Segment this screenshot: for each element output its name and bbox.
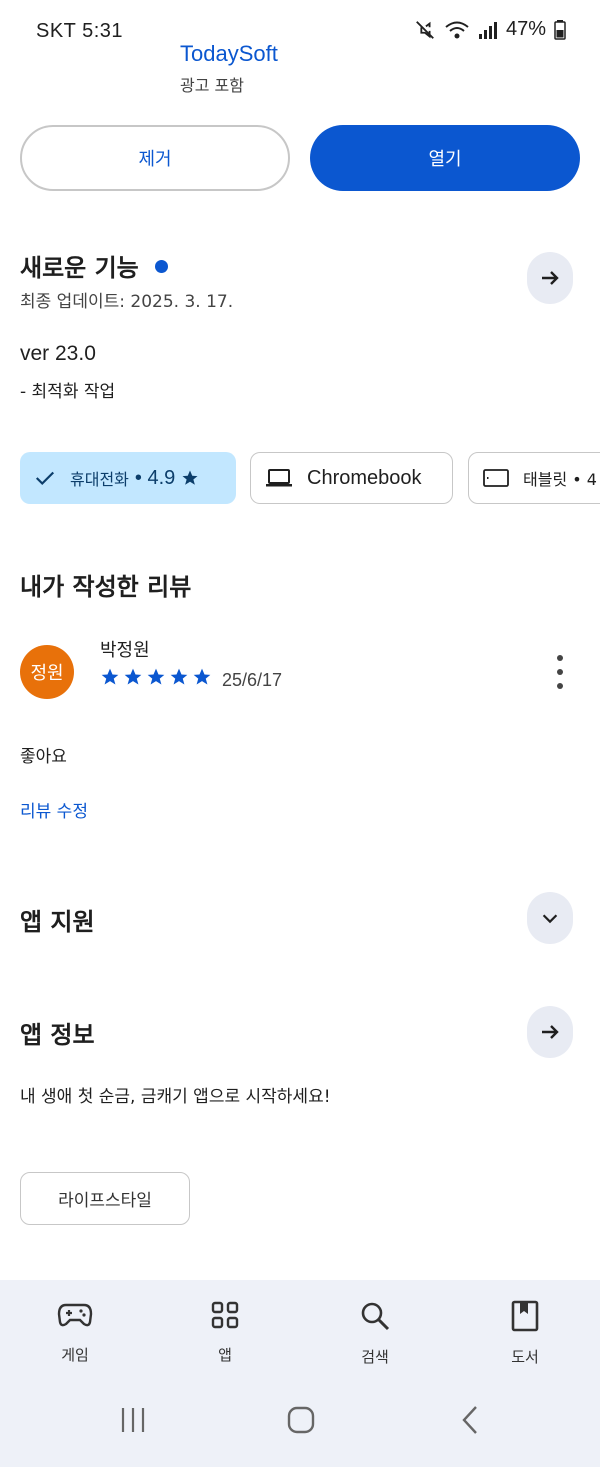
star-icon	[147, 668, 165, 685]
tablet-label: 태블릿 • 4	[523, 470, 597, 489]
ads-note: 광고 포함	[180, 76, 244, 95]
system-navigation-bar	[0, 1405, 600, 1445]
review-text: 좋아요	[20, 747, 67, 767]
nav-item-apps[interactable]: 앱	[175, 1300, 275, 1365]
chevron-down-icon	[542, 914, 558, 924]
about-title[interactable]: 앱 정보	[20, 1015, 95, 1050]
star-icon	[170, 668, 188, 685]
whats-new-arrow-button[interactable]	[527, 252, 573, 304]
more-options-icon[interactable]	[548, 655, 572, 689]
device-chip-phone[interactable]: 휴대전화 • 4.9	[20, 452, 236, 504]
nav-item-games[interactable]: 게임	[25, 1300, 125, 1365]
arrow-right-icon	[542, 1025, 559, 1039]
signal-icon	[478, 21, 497, 39]
my-review-title: 내가 작성한 리뷰	[20, 573, 192, 601]
carrier-time: SKT 5:31	[36, 20, 124, 42]
battery-percent: 47%	[505, 18, 546, 40]
chromebook-label: Chromebook	[307, 466, 422, 489]
nav-label-games: 게임	[61, 1346, 89, 1364]
developer-name[interactable]: TodaySoft	[180, 42, 278, 66]
app-support-title[interactable]: 앱 지원	[20, 902, 95, 937]
recent-apps-icon[interactable]	[118, 1405, 148, 1435]
tablet-icon	[483, 469, 509, 487]
device-chip-chromebook[interactable]: Chromebook	[250, 452, 453, 504]
wifi-icon	[445, 21, 469, 38]
edit-review-link[interactable]: 리뷰 수정	[20, 797, 88, 822]
phone-rating: • 4.9	[134, 466, 176, 489]
about-arrow-button[interactable]	[527, 1006, 573, 1058]
arrow-right-icon	[542, 271, 559, 285]
nav-label-apps: 앱	[218, 1346, 232, 1364]
review-stars	[100, 667, 212, 687]
star-icon	[124, 668, 142, 685]
version-text: ver 23.0	[20, 342, 96, 365]
search-icon	[361, 1302, 390, 1331]
app-support-expand-button[interactable]	[527, 892, 573, 944]
laptop-icon	[266, 469, 292, 487]
review-date: 25/6/17	[222, 670, 283, 690]
back-icon[interactable]	[456, 1405, 486, 1435]
phone-label: 휴대전화	[70, 470, 129, 489]
star-icon	[101, 668, 119, 685]
app-description: 내 생애 첫 순금, 금캐기 앱으로 시작하세요!	[20, 1087, 331, 1107]
reviewer-name: 박정원	[100, 640, 150, 661]
gamepad-icon	[57, 1303, 93, 1327]
battery-icon	[554, 19, 566, 40]
nav-item-books[interactable]: 도서	[475, 1300, 575, 1367]
nav-item-search[interactable]: 검색	[325, 1300, 425, 1367]
category-chip[interactable]: 라이프스타일	[20, 1172, 190, 1225]
star-icon	[182, 470, 198, 485]
check-icon	[35, 471, 55, 486]
book-icon	[511, 1300, 539, 1332]
release-note: - 최적화 작업	[20, 382, 116, 402]
mute-icon	[416, 20, 434, 39]
star-icon	[193, 668, 211, 685]
device-chip-tablet[interactable]: 태블릿 • 4	[468, 452, 600, 504]
bottom-navigation: 게임 앱 검색 도서	[0, 1280, 600, 1467]
whats-new-title: 새로운 기능	[20, 254, 139, 282]
open-button[interactable]: 열기	[310, 125, 580, 191]
new-indicator-dot	[154, 259, 168, 273]
status-bar: SKT 5:31 47%	[0, 0, 600, 66]
last-updated: 최종 업데이트: 2025. 3. 17.	[20, 292, 234, 312]
status-icons: 47%	[414, 18, 566, 41]
whats-new-heading[interactable]: 새로운 기능	[20, 248, 168, 283]
avatar: 정원	[20, 645, 74, 699]
apps-grid-icon	[211, 1301, 239, 1329]
home-icon[interactable]	[286, 1405, 316, 1435]
nav-label-books: 도서	[511, 1348, 539, 1366]
uninstall-button[interactable]: 제거	[20, 125, 290, 191]
nav-label-search: 검색	[361, 1348, 389, 1366]
